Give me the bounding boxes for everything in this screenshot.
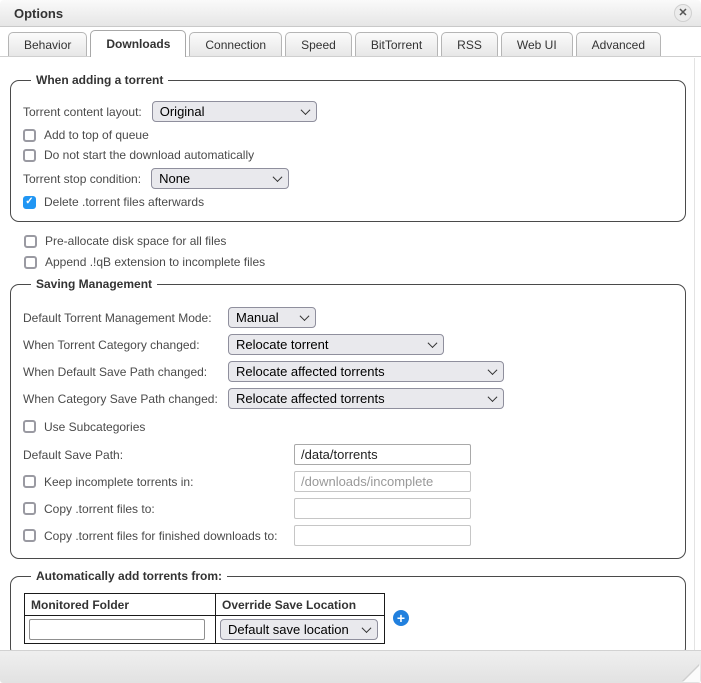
do-not-start-download-label: Do not start the download automatically bbox=[44, 148, 254, 162]
check-icon: ✓ bbox=[25, 197, 33, 207]
torrent-stop-condition-label: Torrent stop condition: bbox=[23, 172, 141, 186]
copy-torrent-files-label: Copy .torrent files to: bbox=[44, 502, 155, 516]
tab-connection[interactable]: Connection bbox=[189, 32, 282, 56]
torrent-management-mode-select[interactable]: Manual bbox=[228, 307, 316, 328]
copy-finished-torrent-files-label: Copy .torrent files for finished downloa… bbox=[44, 529, 277, 543]
torrent-category-changed-value: Relocate torrent bbox=[236, 337, 329, 352]
downloads-tab-panel: When adding a torrent Torrent content la… bbox=[0, 57, 701, 683]
append-qb-extension-checkbox[interactable] bbox=[24, 256, 37, 269]
tab-webui[interactable]: Web UI bbox=[501, 32, 573, 56]
tab-advanced[interactable]: Advanced bbox=[576, 32, 661, 56]
options-tabbar: Behavior Downloads Connection Speed BitT… bbox=[0, 27, 701, 57]
tab-bittorrent[interactable]: BitTorrent bbox=[355, 32, 438, 56]
resize-grip-icon[interactable] bbox=[683, 665, 700, 682]
torrent-content-layout-select[interactable]: Original bbox=[152, 101, 317, 122]
chevron-down-icon bbox=[488, 365, 498, 375]
monitored-folder-input[interactable] bbox=[29, 619, 205, 640]
add-monitored-folder-button[interactable]: + bbox=[393, 610, 409, 626]
auto-add-torrents-group: Automatically add torrents from: Monitor… bbox=[10, 569, 686, 657]
torrent-content-layout-value: Original bbox=[160, 104, 205, 119]
tab-rss[interactable]: RSS bbox=[441, 32, 498, 56]
copy-torrent-files-path-input[interactable] bbox=[294, 498, 471, 519]
general-download-options: Pre-allocate disk space for all files Ap… bbox=[24, 234, 701, 269]
add-to-top-of-queue-label: Add to top of queue bbox=[44, 128, 149, 142]
keep-incomplete-checkbox[interactable] bbox=[23, 475, 36, 488]
auto-add-torrents-legend: Automatically add torrents from: bbox=[31, 569, 227, 583]
category-save-path-changed-value: Relocate affected torrents bbox=[236, 391, 385, 406]
copy-finished-torrent-files-path-input[interactable] bbox=[294, 525, 471, 546]
use-subcategories-label: Use Subcategories bbox=[44, 420, 145, 434]
chevron-down-icon bbox=[362, 623, 372, 633]
tab-speed[interactable]: Speed bbox=[285, 32, 352, 56]
preallocate-disk-label: Pre-allocate disk space for all files bbox=[45, 234, 226, 248]
torrent-category-changed-select[interactable]: Relocate torrent bbox=[228, 334, 444, 355]
use-subcategories-checkbox[interactable] bbox=[23, 420, 36, 433]
when-adding-a-torrent-group: When adding a torrent Torrent content la… bbox=[10, 73, 686, 222]
chevron-down-icon bbox=[300, 105, 310, 115]
keep-incomplete-path-input[interactable] bbox=[294, 471, 471, 492]
chevron-down-icon bbox=[273, 172, 283, 182]
torrent-stop-condition-value: None bbox=[159, 171, 190, 186]
table-row: Default save location bbox=[25, 616, 385, 644]
keep-incomplete-label: Keep incomplete torrents in: bbox=[44, 475, 193, 489]
default-save-path-changed-label: When Default Save Path changed: bbox=[23, 365, 228, 379]
dialog-right-edge bbox=[694, 58, 695, 650]
close-icon: ✕ bbox=[678, 8, 687, 19]
category-save-path-changed-label: When Category Save Path changed: bbox=[23, 392, 228, 406]
saving-management-legend: Saving Management bbox=[31, 277, 157, 291]
default-save-path-label: Default Save Path: bbox=[23, 448, 123, 462]
add-to-top-of-queue-checkbox[interactable] bbox=[23, 129, 36, 142]
chevron-down-icon bbox=[428, 338, 438, 348]
torrent-management-mode-label: Default Torrent Management Mode: bbox=[23, 311, 228, 325]
tab-behavior[interactable]: Behavior bbox=[8, 32, 87, 56]
torrent-stop-condition-select[interactable]: None bbox=[151, 168, 289, 189]
chevron-down-icon bbox=[300, 311, 310, 321]
default-save-path-changed-select[interactable]: Relocate affected torrents bbox=[228, 361, 504, 382]
horizontal-scrollbar[interactable] bbox=[0, 650, 701, 683]
dialog-title: Options bbox=[14, 6, 63, 21]
delete-torrent-files-label: Delete .torrent files afterwards bbox=[44, 195, 204, 209]
chevron-down-icon bbox=[488, 392, 498, 402]
dialog-titlebar: Options ✕ bbox=[0, 0, 701, 27]
when-adding-a-torrent-legend: When adding a torrent bbox=[31, 73, 168, 87]
override-save-location-column-header: Override Save Location bbox=[216, 594, 385, 616]
torrent-management-mode-value: Manual bbox=[236, 310, 279, 325]
close-button[interactable]: ✕ bbox=[674, 4, 692, 22]
delete-torrent-files-checkbox[interactable]: ✓ bbox=[23, 196, 36, 209]
append-qb-extension-label: Append .!qB extension to incomplete file… bbox=[45, 255, 265, 269]
plus-icon: + bbox=[397, 611, 405, 625]
saving-management-group: Saving Management Default Torrent Manage… bbox=[10, 277, 686, 559]
do-not-start-download-checkbox[interactable] bbox=[23, 149, 36, 162]
monitored-folder-column-header: Monitored Folder bbox=[25, 594, 216, 616]
default-save-path-changed-value: Relocate affected torrents bbox=[236, 364, 385, 379]
tab-downloads[interactable]: Downloads bbox=[90, 30, 186, 57]
copy-finished-torrent-files-checkbox[interactable] bbox=[23, 529, 36, 542]
default-save-path-input[interactable] bbox=[294, 444, 471, 465]
override-save-location-select[interactable]: Default save location bbox=[220, 619, 378, 640]
monitored-folders-table: Monitored Folder Override Save Location … bbox=[24, 593, 385, 644]
torrent-content-layout-label: Torrent content layout: bbox=[23, 105, 142, 119]
copy-torrent-files-checkbox[interactable] bbox=[23, 502, 36, 515]
torrent-category-changed-label: When Torrent Category changed: bbox=[23, 338, 228, 352]
table-header-row: Monitored Folder Override Save Location bbox=[25, 594, 385, 616]
override-save-location-value: Default save location bbox=[228, 622, 349, 637]
category-save-path-changed-select[interactable]: Relocate affected torrents bbox=[228, 388, 504, 409]
preallocate-disk-checkbox[interactable] bbox=[24, 235, 37, 248]
